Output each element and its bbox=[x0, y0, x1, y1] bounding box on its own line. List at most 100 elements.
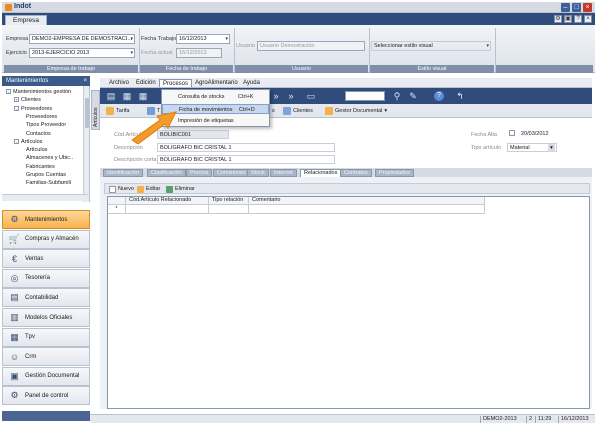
nav-ventas[interactable]: € Ventas bbox=[2, 249, 90, 269]
expand-icon[interactable]: + bbox=[14, 97, 19, 103]
ejercicio-select[interactable]: 2013-EJERCICIO 2013 ▾ bbox=[29, 48, 135, 58]
close-icon[interactable]: × bbox=[583, 3, 592, 12]
settings-icon: ⚙ bbox=[10, 390, 19, 401]
tree-item[interactable]: Fabricantes bbox=[22, 164, 55, 170]
grid-cell[interactable] bbox=[249, 205, 485, 214]
nav-modelos-oficiales[interactable]: ▥ Modelos Oficiales bbox=[2, 308, 90, 327]
grid-header-tipo[interactable]: Tipo relación bbox=[209, 197, 249, 205]
tree-item[interactable]: Contactos bbox=[22, 131, 51, 137]
tab-relacionados[interactable]: Relacionados bbox=[300, 169, 342, 177]
eliminar-button[interactable]: Eliminar bbox=[166, 185, 195, 193]
menu-ayuda[interactable]: Ayuda bbox=[240, 79, 263, 87]
nav-label: Panel de control bbox=[25, 392, 69, 399]
tree-item[interactable]: - Mantenimientos gestión bbox=[6, 89, 71, 95]
scrollbar-thumb[interactable] bbox=[85, 98, 89, 128]
tree-item-label: Fabricantes bbox=[26, 163, 55, 170]
tab-comisiones[interactable]: Comisiones bbox=[213, 169, 250, 177]
fecha-alta-field[interactable]: 20/03/2012 bbox=[518, 129, 562, 138]
tarifa-label: Tarifa bbox=[116, 108, 130, 114]
menu-archivo[interactable]: Archivo bbox=[106, 79, 132, 87]
collapse-icon[interactable]: - bbox=[14, 138, 19, 144]
search-input[interactable] bbox=[345, 91, 385, 101]
grid-header-cod[interactable]: Cód.Artículo Relacionado bbox=[126, 197, 209, 205]
sidebar-footer[interactable] bbox=[2, 411, 90, 421]
tree-horizontal-scrollbar[interactable] bbox=[2, 194, 88, 201]
last-icon[interactable]: » bbox=[286, 91, 296, 101]
nav-mantenimientos[interactable]: ⚙ Mantenimientos bbox=[2, 210, 90, 229]
nav-tesorer-a[interactable]: ◎ Tesorería bbox=[2, 268, 90, 288]
fecha-alta-checkbox[interactable] bbox=[509, 130, 515, 136]
menu-agroalimentario[interactable]: AgroAlimentario bbox=[192, 79, 241, 87]
tab-clasificaci-n[interactable]: Clasificación bbox=[147, 169, 186, 177]
menu-procesos[interactable]: Procesos bbox=[159, 79, 193, 87]
tipo-articulo-select[interactable]: Material ▾ bbox=[507, 143, 557, 152]
tarifa-button[interactable]: Tarifa bbox=[106, 107, 129, 115]
estilo-value: Seleccionar estilo visual bbox=[374, 43, 433, 49]
gear-icon: ⚙ bbox=[10, 214, 19, 224]
save-icon[interactable]: ▦ bbox=[122, 91, 132, 101]
status-field: 11:29 bbox=[535, 416, 553, 423]
nuevo-button[interactable]: Nuevo bbox=[109, 185, 134, 193]
close-doc-icon[interactable]: × bbox=[584, 15, 592, 23]
descripcion-corta-field[interactable]: BOLIGRAFO BIC CRISTAL 1 bbox=[157, 155, 335, 164]
tab-stock[interactable]: Stock bbox=[247, 169, 269, 177]
next-icon[interactable]: » bbox=[271, 91, 281, 101]
settings-icon[interactable]: ⚙ bbox=[554, 15, 562, 23]
exit-icon[interactable]: ↰ bbox=[455, 91, 465, 101]
nav-contabilidad[interactable]: ▤ Contabilidad bbox=[2, 288, 90, 308]
chevron-down-icon: ▾ bbox=[130, 36, 133, 42]
dropdown-item[interactable]: Consulta de stocks Ctrl+K bbox=[162, 92, 269, 102]
estilo-visual-select[interactable]: Seleccionar estilo visual ▾ bbox=[371, 41, 491, 51]
empresa-select[interactable]: DEMO2-EMPRESA DE DEMOSTRACI... ▾ bbox=[29, 34, 135, 44]
new-document-icon[interactable]: ▤ bbox=[106, 91, 116, 101]
tab-precios[interactable]: Precios bbox=[186, 169, 213, 177]
tab-identificaci-n[interactable]: Identificación bbox=[103, 169, 144, 177]
tab-propiedades[interactable]: Propiedades bbox=[375, 169, 414, 177]
pencil-icon[interactable]: ✎ bbox=[408, 91, 418, 101]
restore-icon[interactable]: ▣ bbox=[564, 15, 572, 23]
tree-item[interactable]: + Clientes bbox=[14, 97, 41, 103]
menu-edici-n[interactable]: Edición bbox=[133, 79, 159, 87]
tree-vertical-scrollbar[interactable] bbox=[83, 86, 89, 202]
nav-compras-y-almac-n[interactable]: 🛒 Compras y Almacén bbox=[2, 229, 90, 249]
tab-articulos-vertical[interactable]: Artículos bbox=[91, 90, 100, 130]
group-usuario-label: Usuario bbox=[235, 65, 368, 73]
gestor-documental-button[interactable]: Gestor Documental ▾ bbox=[325, 107, 387, 115]
editar-button[interactable]: Editar bbox=[137, 185, 160, 193]
s-button[interactable]: s bbox=[272, 107, 275, 115]
nav-tpv[interactable]: ▦ Tpv bbox=[2, 327, 90, 347]
tab-contratos[interactable]: Contratos bbox=[340, 169, 372, 177]
collapse-icon[interactable]: - bbox=[6, 89, 11, 95]
fecha-trabajo-input[interactable]: 16/12/2013 ▾ bbox=[176, 34, 230, 44]
tree-item[interactable]: Tipos Proveedor bbox=[22, 122, 66, 128]
tree-item[interactable]: Artículos bbox=[22, 147, 47, 153]
tree-item[interactable]: Proveedores bbox=[22, 114, 57, 120]
search-icon[interactable]: ⚲ bbox=[392, 91, 402, 101]
help-icon[interactable]: ? bbox=[574, 15, 582, 23]
maximize-icon[interactable]: □ bbox=[572, 3, 581, 12]
nav-panel-de-control[interactable]: ⚙ Panel de control bbox=[2, 386, 90, 406]
minimize-icon[interactable]: – bbox=[561, 3, 570, 12]
clients-icon bbox=[283, 107, 291, 115]
save-as-icon[interactable]: ▦ bbox=[138, 91, 148, 101]
tree-item[interactable]: - Proveedores bbox=[14, 106, 52, 112]
help-icon[interactable]: ? bbox=[434, 91, 444, 101]
grid-corner bbox=[108, 197, 126, 205]
pin-icon[interactable]: × bbox=[83, 76, 87, 86]
grid-cell[interactable] bbox=[209, 205, 249, 214]
collapse-icon[interactable]: - bbox=[14, 105, 19, 111]
descripcion-field[interactable]: BOLIGRAFO BIC CRISTAL 1 bbox=[157, 143, 335, 152]
tab-empresa[interactable]: Empresa bbox=[5, 15, 47, 25]
tree-item[interactable]: Almacenes y Ubic.. bbox=[22, 155, 73, 161]
tree-item[interactable]: Familias-Subfamili bbox=[22, 180, 71, 186]
fecha-alta-label: Fecha Alta bbox=[471, 132, 497, 138]
clientes-button[interactable]: Clientes bbox=[283, 107, 313, 115]
grid-header-comentario[interactable]: Comentario bbox=[249, 197, 485, 205]
grid-cell[interactable] bbox=[126, 205, 209, 214]
tree-item[interactable]: Grupos Cuentas bbox=[22, 172, 66, 178]
tree-item[interactable]: - Artículos bbox=[14, 139, 42, 145]
list-icon[interactable]: ▭ bbox=[306, 91, 316, 101]
tab-internet[interactable]: Internet bbox=[270, 169, 297, 177]
nav-gesti-n-documental[interactable]: ▣ Gestión Documental bbox=[2, 366, 90, 386]
nav-crm[interactable]: ☺ Crm bbox=[2, 347, 90, 367]
